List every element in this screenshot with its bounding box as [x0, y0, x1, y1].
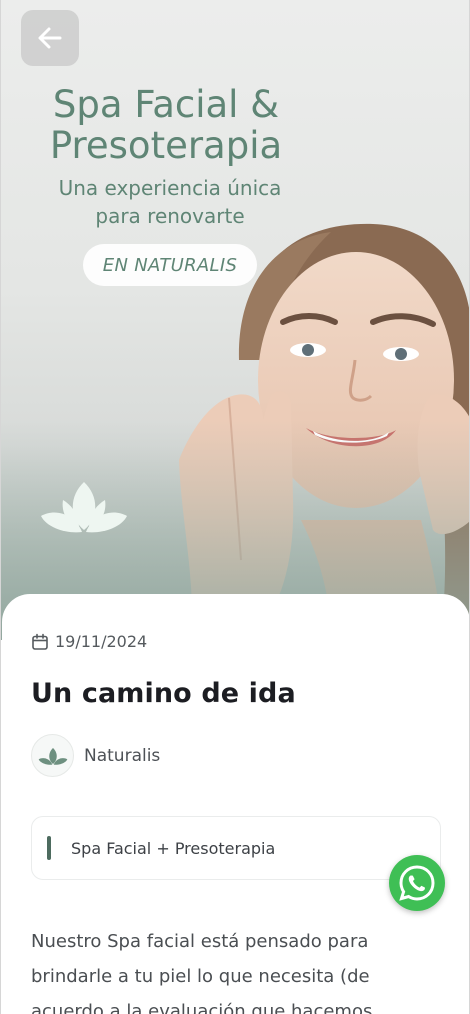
post-card: 19/11/2024 Un camino de ida Naturalis Sp… [2, 594, 469, 1014]
hero-badge: EN NATURALIS [83, 244, 257, 286]
screen: Spa Facial & Presoterapia Una experienci… [0, 0, 470, 1014]
hero-title: Spa Facial & Presoterapia [21, 84, 311, 166]
post-title: Un camino de ida [31, 678, 296, 709]
arrow-left-icon [38, 27, 62, 49]
tag-accent-bar [47, 836, 51, 860]
post-date-text: 19/11/2024 [55, 632, 148, 651]
hero-title-line: Presoterapia [49, 124, 283, 167]
category-tag-label: Spa Facial + Presoterapia [71, 838, 276, 858]
whatsapp-button[interactable] [389, 855, 445, 911]
leaf-logo-icon [38, 747, 67, 765]
hero-subtitle-line: Una experiencia única [58, 176, 282, 200]
hero-subtitle-line: para renovarte [95, 204, 245, 228]
hero-title-line: Spa Facial & [52, 83, 280, 126]
author[interactable]: Naturalis [31, 734, 160, 777]
avatar [31, 734, 74, 777]
category-tag[interactable]: Spa Facial + Presoterapia [31, 816, 441, 880]
whatsapp-icon [399, 865, 435, 901]
hero-subtitle: Una experiencia única para renovarte [21, 174, 319, 230]
post-body: Nuestro Spa facial está pensado para bri… [31, 931, 373, 1014]
hero-banner: Spa Facial & Presoterapia Una experienci… [1, 0, 469, 640]
calendar-icon [31, 633, 49, 651]
back-button[interactable] [21, 10, 79, 66]
post-date: 19/11/2024 [31, 632, 147, 651]
leaf-logo-icon [41, 482, 127, 533]
author-name: Naturalis [84, 745, 161, 766]
